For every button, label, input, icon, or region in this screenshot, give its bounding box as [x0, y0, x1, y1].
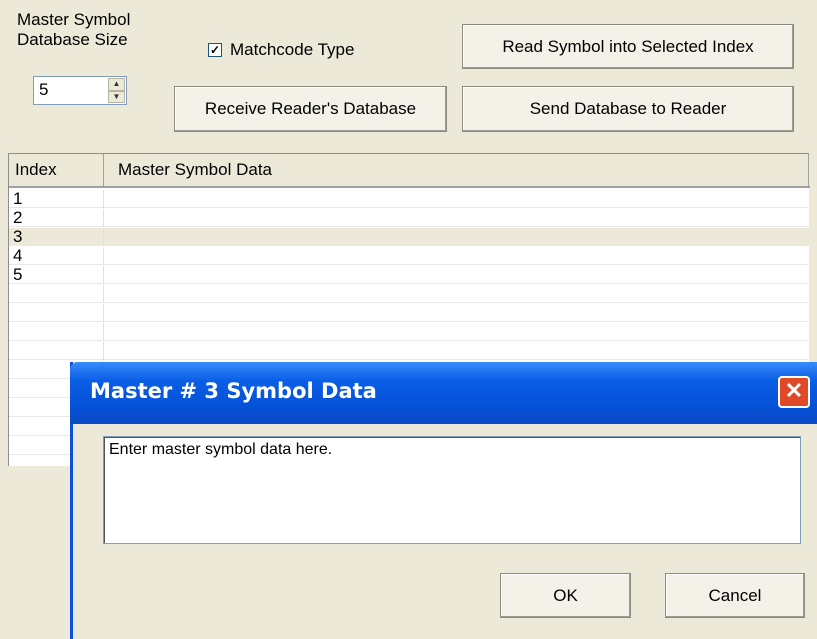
ok-button[interactable]: OK	[500, 573, 631, 618]
row-index-cell	[9, 304, 104, 322]
database-size-value[interactable]: 5	[39, 80, 48, 100]
row-index-cell	[9, 285, 104, 303]
spin-down-arrow-icon[interactable]: ▼	[108, 90, 125, 103]
dialog-title: Master # 3 Symbol Data	[90, 379, 377, 403]
table-row[interactable]: 1	[9, 190, 810, 208]
close-icon[interactable]: ✕	[778, 376, 810, 408]
database-size-spinner[interactable]: 5 ▲ ▼	[33, 76, 127, 105]
table-row-empty	[9, 323, 810, 341]
database-size-label-line1: Master Symbol	[17, 10, 131, 29]
row-index-cell: 1	[9, 190, 104, 208]
table-row-empty	[9, 342, 810, 360]
column-header-data[interactable]: Master Symbol Data	[104, 154, 809, 186]
send-database-button[interactable]: Send Database to Reader	[462, 86, 794, 132]
table-row[interactable]: 2	[9, 209, 810, 227]
read-symbol-button[interactable]: Read Symbol into Selected Index	[462, 24, 794, 69]
database-size-label: Master Symbol Database Size	[17, 10, 130, 50]
table-row[interactable]: 4	[9, 247, 810, 265]
table-row-empty	[9, 285, 810, 303]
cancel-button[interactable]: Cancel	[665, 573, 805, 618]
row-index-cell: 4	[9, 247, 104, 265]
matchcode-type-label[interactable]: Matchcode Type	[230, 40, 354, 60]
dialog-title-bar[interactable]: Master # 3 Symbol Data ✕	[70, 362, 817, 424]
master-symbol-data-dialog: Master # 3 Symbol Data ✕ Enter master sy…	[70, 362, 817, 639]
row-index-cell: 5	[9, 266, 104, 284]
table-row-selected[interactable]: 3	[9, 228, 810, 246]
spin-up-arrow-icon[interactable]: ▲	[108, 78, 125, 91]
table-row-empty	[9, 304, 810, 322]
column-header-index[interactable]: Index	[9, 154, 104, 186]
matchcode-type-checkbox[interactable]: ✓	[208, 43, 222, 57]
symbol-data-textarea[interactable]: Enter master symbol data here.	[103, 436, 801, 544]
table-row[interactable]: 5	[9, 266, 810, 284]
row-index-cell: 2	[9, 209, 104, 227]
row-index-cell: 3	[9, 228, 104, 246]
row-index-cell	[9, 323, 104, 341]
row-index-cell	[9, 342, 104, 360]
top-panel: Master Symbol Database Size 5 ▲ ▼ ✓ Matc…	[0, 0, 817, 152]
matchcode-type-checkbox-group[interactable]: ✓ Matchcode Type	[208, 40, 354, 60]
table-header: Index Master Symbol Data	[9, 154, 810, 188]
receive-database-button[interactable]: Receive Reader's Database	[174, 86, 447, 132]
database-size-label-line2: Database Size	[17, 30, 128, 49]
